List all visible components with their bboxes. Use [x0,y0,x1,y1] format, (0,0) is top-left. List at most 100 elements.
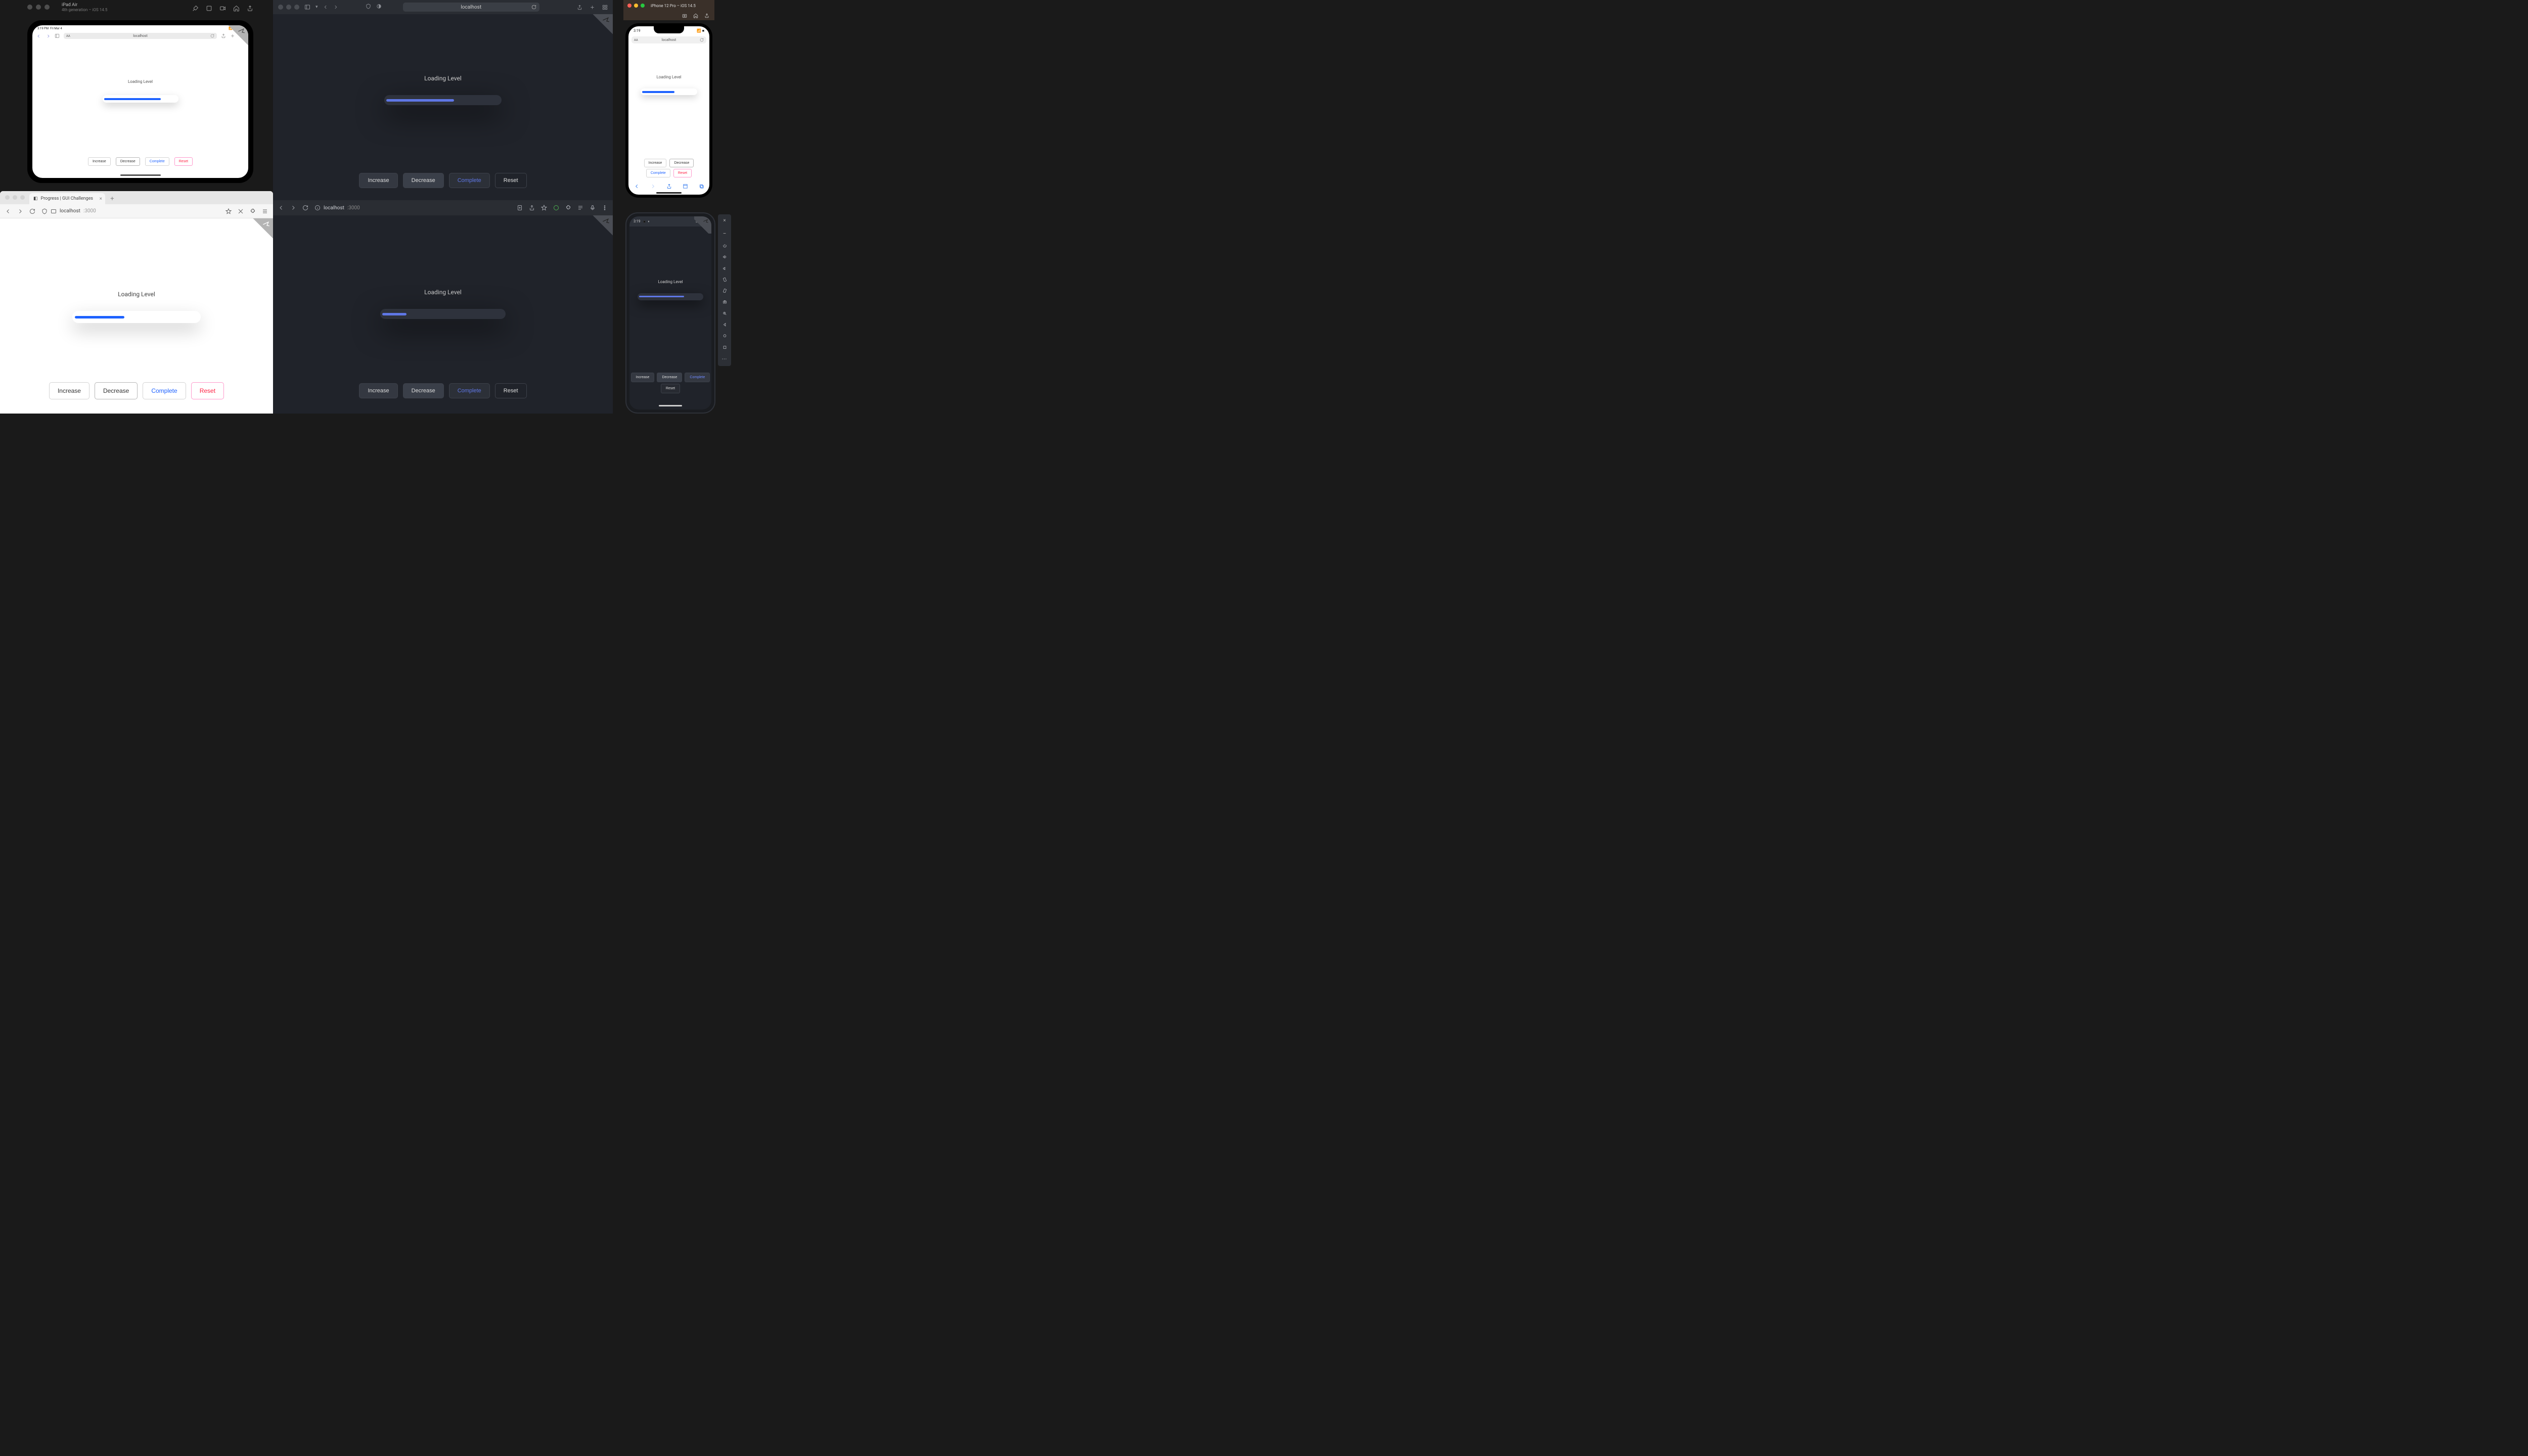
complete-button[interactable]: Complete [449,383,490,398]
mac-traffic-lights[interactable] [5,195,25,200]
mac-traffic-lights[interactable] [278,5,299,10]
mac-traffic-lights[interactable] [27,5,50,10]
reload-icon[interactable] [29,208,35,214]
complete-button[interactable]: Complete [449,173,490,188]
star-icon[interactable] [225,208,232,214]
rotate-right-icon[interactable] [721,289,728,293]
zoom-icon[interactable] [721,311,728,315]
pin-icon[interactable] [192,5,199,14]
share-icon[interactable] [247,5,253,14]
increase-button[interactable]: Increase [49,382,89,399]
increase-button[interactable]: Increase [359,173,397,188]
reader-icon[interactable]: AA [634,38,638,42]
close-tab-icon[interactable]: × [100,196,102,202]
reader-icon[interactable]: AA [66,34,70,38]
install-icon[interactable] [517,205,523,211]
nav-back-icon[interactable] [721,323,728,327]
minimize-icon[interactable]: − [723,231,727,237]
rotate-left-icon[interactable] [721,278,728,282]
forward-icon[interactable] [46,34,51,38]
visbug-ext-icon[interactable] [238,208,244,214]
reset-button[interactable]: Reset [673,169,692,177]
close-icon[interactable]: × [723,218,726,223]
browser-tab[interactable]: ◧ Progress | GUI Challenges × [29,193,105,204]
mac-traffic-lights[interactable] [627,4,645,8]
decrease-button[interactable]: Decrease [403,173,444,188]
complete-button[interactable]: Complete [145,157,169,166]
decrease-button[interactable]: Decrease [95,382,138,399]
new-tab-button[interactable]: + [107,193,117,204]
sidebar-icon[interactable] [55,33,60,38]
back-icon[interactable] [278,205,284,211]
tabs-icon[interactable] [699,184,704,189]
shield-icon[interactable] [41,208,48,214]
reset-button[interactable]: Reset [174,157,193,166]
progress-fill [104,98,161,100]
address-bar[interactable]: AA localhost [631,36,706,43]
reset-button[interactable]: Reset [495,173,527,188]
reset-button[interactable]: Reset [495,383,527,398]
record-icon[interactable] [219,5,226,14]
home-icon[interactable] [693,13,698,18]
forward-icon[interactable] [333,5,338,10]
reset-button[interactable]: Reset [191,382,224,399]
decrease-button[interactable]: Decrease [669,159,694,167]
increase-button[interactable]: Increase [88,157,111,166]
tabs-icon[interactable] [602,5,608,10]
back-icon[interactable] [5,208,11,214]
reload-icon[interactable] [700,38,704,42]
back-icon[interactable] [634,184,640,189]
back-icon[interactable] [323,5,328,10]
share-icon[interactable] [704,13,709,18]
forward-icon[interactable] [650,184,656,189]
address-bar[interactable]: localhost [403,3,539,12]
share-icon[interactable] [577,5,582,10]
address-bar[interactable]: AA localhost [64,33,217,39]
complete-button[interactable]: Complete [143,382,186,399]
menu-icon[interactable] [262,208,268,214]
new-tab-icon[interactable] [590,5,595,10]
power-icon[interactable] [721,244,728,248]
complete-button[interactable]: Complete [685,373,710,382]
increase-button[interactable]: Increase [359,383,397,398]
more-icon[interactable]: ⋯ [722,356,728,362]
complete-button[interactable]: Complete [646,169,670,177]
decrease-button[interactable]: Decrease [403,383,444,398]
mic-icon[interactable] [590,205,596,211]
menu-icon[interactable] [602,205,608,211]
reading-list-icon[interactable] [577,205,583,211]
reset-button[interactable]: Reset [661,384,680,393]
increase-button[interactable]: Increase [644,159,667,167]
screenshot-icon[interactable] [206,5,212,14]
forward-icon[interactable] [17,208,23,214]
share-icon[interactable] [666,184,672,189]
appearance-icon[interactable] [376,4,382,11]
site-info-icon[interactable] [51,208,57,214]
increase-button[interactable]: Increase [631,373,655,382]
volume-down-icon[interactable] [721,266,728,270]
volume-up-icon[interactable] [721,255,728,259]
reload-icon[interactable] [210,34,214,38]
forward-icon[interactable] [290,205,296,211]
nav-home-icon[interactable] [721,334,728,338]
reload-icon[interactable] [302,205,308,211]
extensions-icon[interactable] [250,208,256,214]
reload-icon[interactable] [531,5,536,10]
sidebar-icon[interactable] [304,4,310,10]
site-info-icon[interactable] [314,205,321,211]
screenshot-icon[interactable] [682,13,687,18]
nav-overview-icon[interactable] [721,345,728,349]
address-bar[interactable]: localhost:3000 [314,205,360,211]
camera-icon[interactable] [721,300,728,304]
decrease-button[interactable]: Decrease [657,373,682,382]
home-icon[interactable] [233,5,240,14]
shield-icon[interactable] [366,4,371,11]
decrease-button[interactable]: Decrease [116,157,140,166]
bookmarks-icon[interactable] [683,184,688,189]
extensions-icon[interactable] [565,205,571,211]
back-icon[interactable] [36,34,41,38]
address-bar[interactable]: localhost:3000 [41,208,96,214]
ext1-icon[interactable] [553,205,559,211]
star-icon[interactable] [541,205,547,211]
share-icon[interactable] [529,205,535,211]
